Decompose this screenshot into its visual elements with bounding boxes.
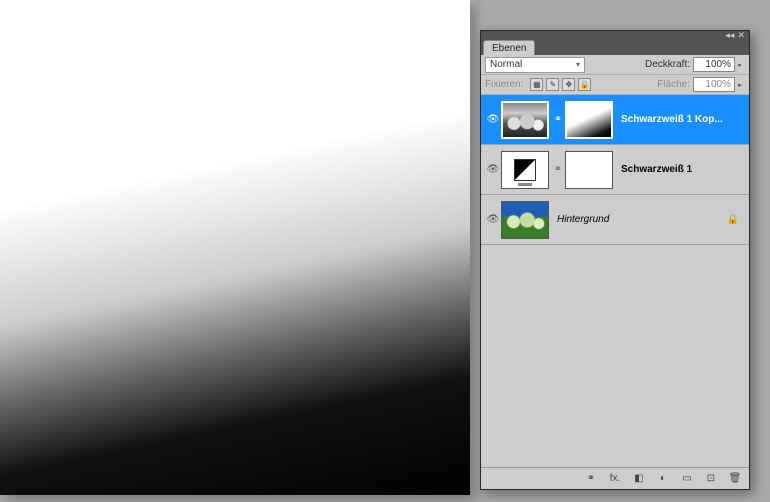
- fill-value: 100%: [705, 79, 731, 90]
- panel-tabbar: Ebenen: [481, 39, 749, 55]
- layer-row[interactable]: 👁 Hintergrund 🔒: [481, 195, 749, 245]
- new-layer-icon[interactable]: ⊡: [703, 472, 719, 486]
- panel-close-icon[interactable]: ✕: [737, 31, 745, 39]
- layer-row[interactable]: 👁 ⚭ Schwarzweiß 1 Kop...: [481, 95, 749, 145]
- layer-thumbnail[interactable]: [501, 201, 549, 239]
- visibility-eye-icon[interactable]: 👁: [485, 114, 501, 125]
- lock-transparency-icon[interactable]: ▦: [530, 78, 543, 91]
- trash-icon[interactable]: 🗑: [727, 472, 743, 486]
- link-mask-icon[interactable]: ⚭: [553, 114, 563, 125]
- layer-mask-thumbnail[interactable]: [565, 151, 613, 189]
- layers-panel: ◂◂ ✕ Ebenen Normal ▾ Deckkraft: 100% ▸ F…: [480, 30, 750, 490]
- lock-label: Fixieren:: [485, 79, 523, 90]
- layer-name[interactable]: Hintergrund: [553, 214, 725, 225]
- panel-titlebar[interactable]: ◂◂ ✕: [481, 31, 749, 39]
- link-layers-icon[interactable]: ⚭: [583, 472, 599, 486]
- fill-arrow-icon[interactable]: ▸: [735, 77, 745, 92]
- lock-icon: 🔒: [725, 214, 741, 225]
- opacity-value: 100%: [705, 59, 731, 70]
- chevron-down-icon: ▾: [576, 60, 580, 69]
- adjustment-layer-icon[interactable]: ◐: [655, 472, 671, 486]
- panel-menu-icon[interactable]: ◂◂: [725, 31, 734, 39]
- add-mask-icon[interactable]: ◧: [631, 472, 647, 486]
- layer-name[interactable]: Schwarzweiß 1: [617, 164, 745, 175]
- canvas-gradient-content: [0, 0, 470, 495]
- layer-thumbnail[interactable]: [501, 151, 549, 189]
- visibility-eye-icon[interactable]: 👁: [485, 164, 501, 175]
- group-icon[interactable]: ▭: [679, 472, 695, 486]
- lock-all-icon[interactable]: 🔒: [578, 78, 591, 91]
- layer-row[interactable]: 👁 ⚭ Schwarzweiß 1: [481, 145, 749, 195]
- blend-mode-select[interactable]: Normal ▾: [485, 57, 585, 73]
- lock-fill-row: Fixieren: ▦ ✎ ✥ 🔒 Fläche: 100% ▸: [481, 75, 749, 95]
- lock-move-icon[interactable]: ✥: [562, 78, 575, 91]
- lock-icons-group: ▦ ✎ ✥ 🔒: [530, 78, 591, 91]
- fill-input[interactable]: 100%: [693, 77, 735, 92]
- layers-list: 👁 ⚭ Schwarzweiß 1 Kop... 👁 ⚭ Schwarzweiß…: [481, 95, 749, 467]
- layer-thumbnail[interactable]: [501, 101, 549, 139]
- blend-opacity-row: Normal ▾ Deckkraft: 100% ▸: [481, 55, 749, 75]
- panel-footer: ⚭ fx. ◧ ◐ ▭ ⊡ 🗑: [481, 467, 749, 489]
- panel-body: Normal ▾ Deckkraft: 100% ▸ Fixieren: ▦ ✎…: [481, 55, 749, 489]
- layer-name[interactable]: Schwarzweiß 1 Kop...: [617, 114, 745, 125]
- opacity-input[interactable]: 100%: [693, 57, 735, 72]
- visibility-eye-icon[interactable]: 👁: [485, 214, 501, 225]
- opacity-label: Deckkraft:: [645, 59, 690, 70]
- fx-icon[interactable]: fx.: [607, 472, 623, 486]
- lock-brush-icon[interactable]: ✎: [546, 78, 559, 91]
- tab-layers[interactable]: Ebenen: [483, 40, 535, 55]
- fill-label: Fläche:: [657, 79, 690, 90]
- opacity-arrow-icon[interactable]: ▸: [735, 57, 745, 72]
- document-canvas[interactable]: [0, 0, 470, 495]
- layer-mask-thumbnail[interactable]: [565, 101, 613, 139]
- link-mask-icon[interactable]: ⚭: [553, 164, 563, 175]
- blend-mode-value: Normal: [490, 59, 522, 70]
